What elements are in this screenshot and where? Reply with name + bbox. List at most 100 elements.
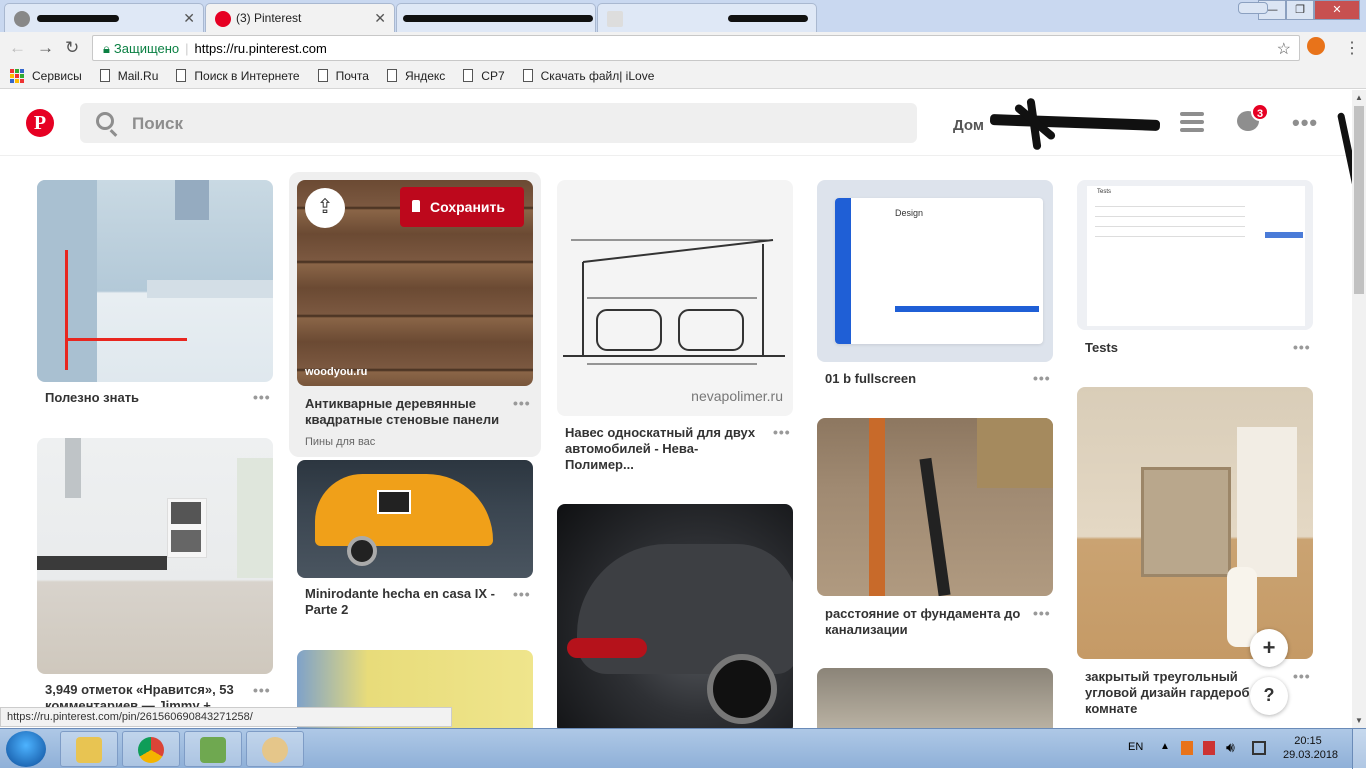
pin-title[interactable]: 3,949 отметок «Нравится», 53 комментарие… xyxy=(45,682,251,708)
pin-image[interactable] xyxy=(557,504,793,734)
status-url: https://ru.pinterest.com/pin/26156069084… xyxy=(0,707,452,727)
bookmark-mailru[interactable]: Mail.Ru xyxy=(99,69,158,83)
taskbar-explorer[interactable] xyxy=(60,731,118,767)
pin-more-icon[interactable]: ••• xyxy=(1293,668,1311,684)
network-icon[interactable] xyxy=(1252,741,1266,755)
pin-image[interactable] xyxy=(297,460,533,578)
language-indicator[interactable]: EN xyxy=(1128,741,1143,753)
show-desktop-button[interactable] xyxy=(1352,729,1366,769)
bookmark-search[interactable]: Поиск в Интернете xyxy=(176,68,300,83)
taskbar-clock[interactable]: 20:15 29.03.2018 xyxy=(1283,734,1339,762)
pin-image[interactable]: Tests xyxy=(1077,180,1313,330)
secure-label: Защищено xyxy=(113,41,180,56)
clock-date: 29.03.2018 xyxy=(1283,749,1339,761)
tray-expand-icon[interactable]: ▲ xyxy=(1160,741,1170,752)
pin-title[interactable]: Minirodante hecha en casa IX - Parte 2 xyxy=(305,586,505,618)
bookmark-apps[interactable]: Сервисы xyxy=(10,68,82,83)
maximize-button[interactable]: ❐ xyxy=(1286,0,1314,20)
chrome-menu-icon[interactable]: ⋮ xyxy=(1344,38,1360,58)
pin-image[interactable] xyxy=(817,418,1053,596)
pin-title[interactable]: Антикварные деревянные квадратные стенов… xyxy=(305,396,515,428)
pin-card[interactable]: Design 01 b fullscreen ••• xyxy=(817,180,1053,395)
redaction-scribble xyxy=(37,15,119,22)
volume-icon[interactable]: 🔊︎ xyxy=(1226,739,1235,756)
pin-card[interactable] xyxy=(557,504,793,734)
pin-image[interactable]: nevapolimer.ru xyxy=(557,180,793,416)
tray-app-icon[interactable] xyxy=(1181,741,1193,755)
pin-title[interactable]: Навес односкатный для двух автомобилей -… xyxy=(565,425,765,473)
tab-redacted-2[interactable] xyxy=(396,3,596,32)
scroll-up-icon[interactable]: ▲ xyxy=(1355,93,1363,102)
pin-title[interactable]: расстояние от фундамента до канализации xyxy=(825,606,1031,638)
pin-image[interactable] xyxy=(1077,387,1313,659)
tab-redacted-3[interactable] xyxy=(597,3,817,32)
pin-image[interactable]: ⇪ Сохранить woodyou.ru xyxy=(297,180,533,386)
profile-button[interactable] xyxy=(1238,2,1268,14)
bookmarks-bar: Сервисы Mail.Ru Поиск в Интернете Почта … xyxy=(0,63,1366,89)
pinterest-logo-icon[interactable]: P xyxy=(26,109,54,137)
pin-card[interactable]: 3,949 отметок «Нравится», 53 комментарие… xyxy=(37,438,273,708)
extension-icon[interactable] xyxy=(1307,37,1325,55)
page-scrollbar[interactable]: ▲ ▼ xyxy=(1352,90,1366,728)
tab-pinterest[interactable]: (3) Pinterest ✕ xyxy=(205,3,395,32)
browser-tab-strip: ✕ (3) Pinterest ✕ — ❐ ✕ xyxy=(0,0,1366,32)
pin-title[interactable]: Tests xyxy=(1085,340,1285,356)
bookmark-star-icon[interactable]: ☆ xyxy=(1277,39,1291,59)
bookmark-label: Поиск в Интернете xyxy=(194,68,300,83)
pin-more-icon[interactable]: ••• xyxy=(1033,370,1051,386)
pin-card[interactable]: закрытый треугольный угловой дизайн гард… xyxy=(1077,387,1313,717)
close-window-button[interactable]: ✕ xyxy=(1314,0,1360,20)
bookmark-cp7[interactable]: СР7 xyxy=(463,69,505,83)
pin-more-icon[interactable]: ••• xyxy=(253,389,271,405)
taskbar-paint[interactable] xyxy=(246,731,304,767)
help-button[interactable]: ? xyxy=(1250,677,1288,715)
tray-security-icon[interactable] xyxy=(1203,741,1215,755)
forward-arrow-icon[interactable]: → xyxy=(37,38,54,58)
scrollbar-thumb[interactable] xyxy=(1354,106,1364,294)
pin-source-link[interactable]: woodyou.ru xyxy=(305,366,367,378)
create-pin-button[interactable]: + xyxy=(1250,629,1288,667)
bookmark-mail[interactable]: Почта xyxy=(317,69,369,83)
pin-image[interactable] xyxy=(37,438,273,674)
pin-image[interactable] xyxy=(37,180,273,382)
bookmark-yandex[interactable]: Яндекс xyxy=(386,69,445,83)
pin-title[interactable]: 01 b fullscreen xyxy=(825,371,1025,387)
address-bar[interactable]: 🔒︎ Защищено | https://ru.pinterest.com ☆ xyxy=(92,35,1300,61)
pin-more-icon[interactable]: ••• xyxy=(1033,605,1051,621)
reload-icon[interactable]: ↻ xyxy=(65,38,79,58)
pin-card[interactable]: Minirodante hecha en casa IX - Parte 2 •… xyxy=(297,460,533,625)
mock-heading: Design xyxy=(895,208,924,218)
pin-card[interactable]: Tests Tests ••• xyxy=(1077,180,1313,365)
tab-close-icon[interactable]: ✕ xyxy=(183,10,195,27)
more-options-icon[interactable]: ••• xyxy=(1292,110,1318,136)
pin-card[interactable]: nevapolimer.ru Навес односкатный для дву… xyxy=(557,180,793,480)
pin-image[interactable]: Design xyxy=(817,180,1053,362)
paint-icon xyxy=(262,737,288,763)
bookmark-ilove[interactable]: Скачать файл| iLove xyxy=(522,69,654,83)
taskbar-chrome[interactable] xyxy=(122,731,180,767)
pin-more-icon[interactable]: ••• xyxy=(773,424,791,440)
folder-icon xyxy=(76,737,102,763)
home-link[interactable]: Дом xyxy=(953,117,984,134)
pin-more-icon[interactable]: ••• xyxy=(513,586,531,602)
save-label: Сохранить xyxy=(430,199,505,215)
pin-more-icon[interactable]: ••• xyxy=(513,395,531,411)
pin-card[interactable] xyxy=(817,668,1053,748)
pin-card[interactable]: расстояние от фундамента до канализации … xyxy=(817,418,1053,648)
taskbar-notepad[interactable] xyxy=(184,731,242,767)
save-button[interactable]: Сохранить xyxy=(400,187,524,227)
chrome-icon xyxy=(138,737,164,763)
start-button[interactable] xyxy=(6,731,46,767)
pin-more-icon[interactable]: ••• xyxy=(1293,339,1311,355)
search-input[interactable]: Поиск xyxy=(80,103,917,143)
tab-redacted-1[interactable]: ✕ xyxy=(4,3,204,32)
scroll-down-icon[interactable]: ▼ xyxy=(1355,716,1363,725)
menu-icon[interactable] xyxy=(1180,112,1204,136)
tab-close-icon[interactable]: ✕ xyxy=(374,10,386,27)
back-arrow-icon[interactable]: ← xyxy=(9,38,26,58)
pin-card[interactable]: Полезно знать ••• xyxy=(37,180,273,420)
pin-card-hovered[interactable]: ⇪ Сохранить woodyou.ru Антикварные дерев… xyxy=(289,172,541,457)
share-icon[interactable]: ⇪ xyxy=(305,188,345,228)
pin-title[interactable]: Полезно знать xyxy=(45,390,245,406)
pin-more-icon[interactable]: ••• xyxy=(253,682,271,698)
